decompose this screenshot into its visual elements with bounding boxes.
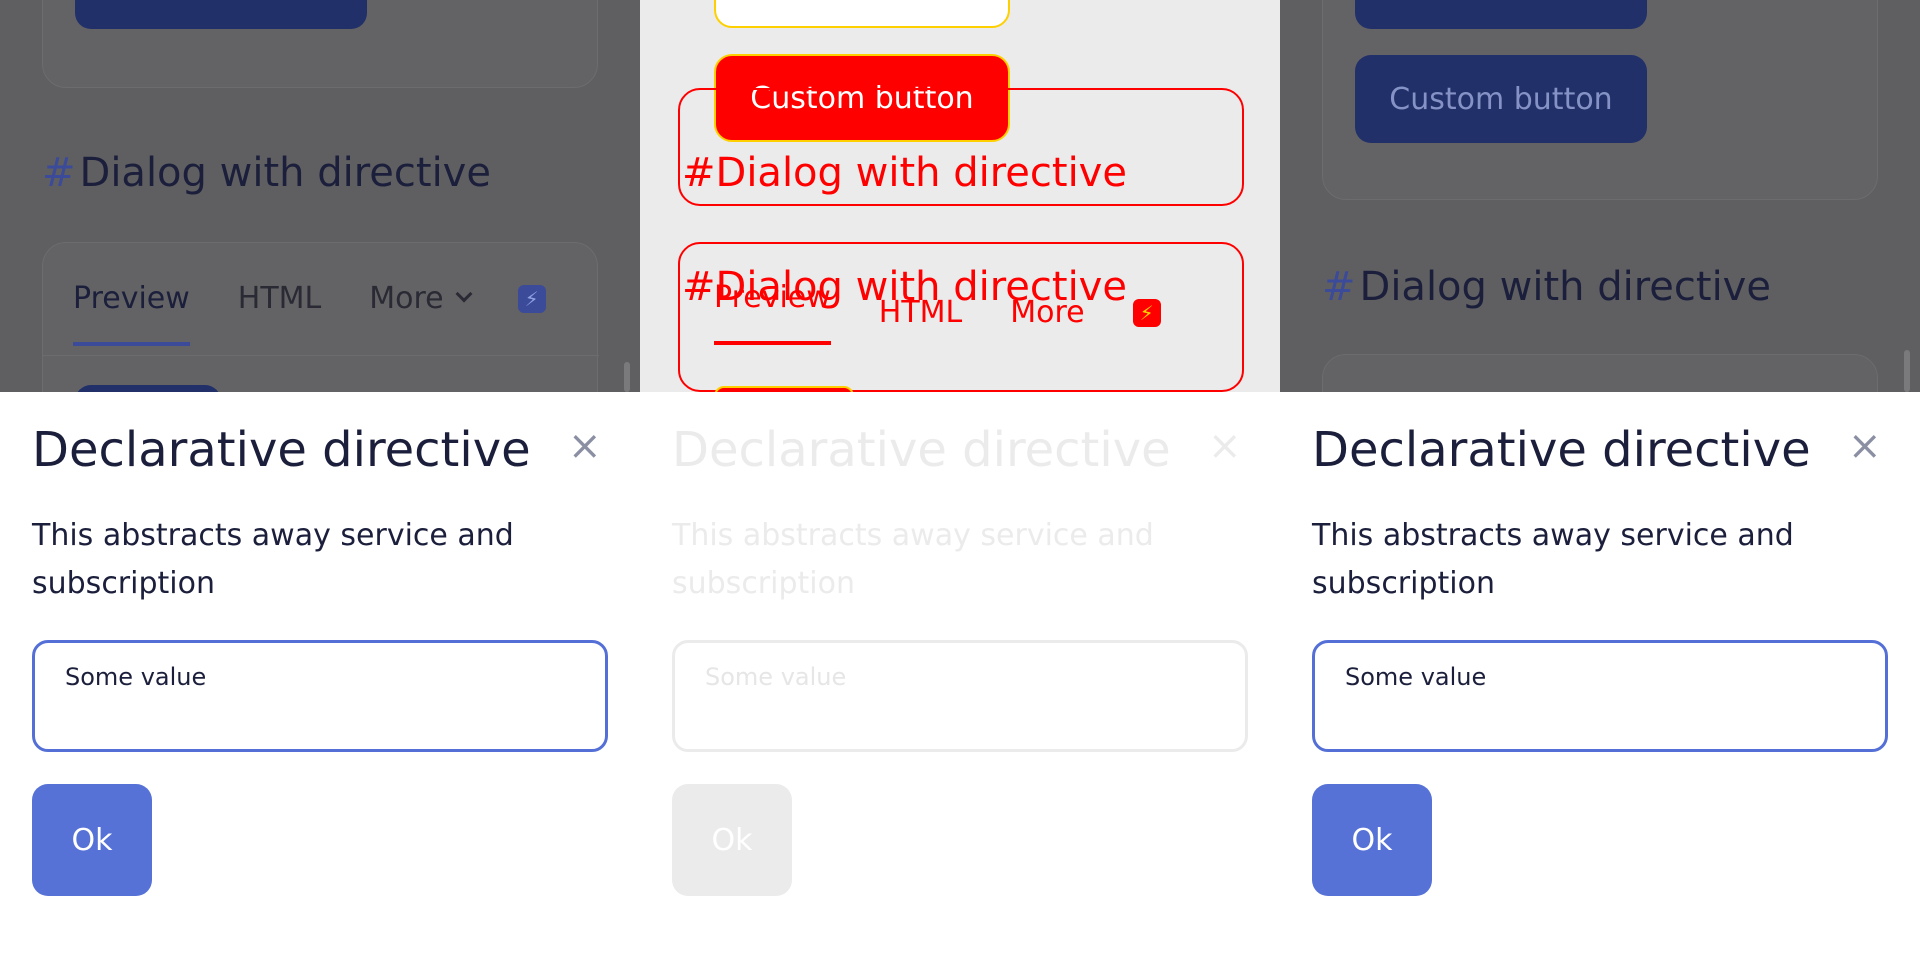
dialog: Declarative directive × This abstracts a…: [0, 392, 640, 960]
value-input[interactable]: Some value: [1312, 640, 1888, 752]
section-heading: # Dialog with directive: [1322, 264, 1771, 310]
tab-more-label: More: [369, 281, 444, 316]
close-icon[interactable]: ×: [568, 426, 602, 466]
dialog: Declarative directive × This abstracts a…: [1280, 392, 1920, 960]
value-input: Some value: [672, 640, 1248, 752]
highlighted-tab-bar: Preview HTML More ⚡: [714, 280, 1161, 345]
tab-preview[interactable]: Preview: [73, 281, 190, 346]
open-dialog-button[interactable]: [75, 385, 221, 392]
value-input[interactable]: Some value: [32, 640, 608, 752]
highlighted-section-heading: #Dialog with directive: [682, 150, 1127, 196]
hash-anchor-icon[interactable]: #: [1322, 264, 1356, 310]
scrollbar-thumb[interactable]: [624, 362, 630, 392]
diff-background: Custom button #Dialog with directive #Di…: [640, 0, 1280, 392]
tab-html: HTML: [878, 295, 963, 330]
custom-button[interactable]: Custom button: [1355, 55, 1647, 143]
tab-more: More: [1010, 295, 1085, 330]
bolt-icon: ⚡: [1132, 298, 1161, 327]
close-icon[interactable]: ×: [1848, 426, 1882, 466]
primary-button[interactable]: [75, 0, 367, 29]
example-card: [1322, 354, 1878, 392]
screenshot-stage: # Dialog with directive Preview HTML More…: [0, 0, 1920, 960]
dialog-title: Declarative directive: [32, 422, 531, 478]
hash-anchor-icon[interactable]: #: [42, 150, 76, 196]
stackblitz-icon[interactable]: ⚡: [517, 284, 546, 313]
close-icon: ×: [1208, 423, 1242, 469]
dialog-text: This abstracts away service and subscrip…: [32, 518, 514, 601]
dimmed-page-background: Custom button # Dialog with directive: [1280, 0, 1920, 392]
primary-button[interactable]: [1355, 0, 1647, 29]
tab-more[interactable]: More: [369, 281, 473, 316]
dialog-title: Declarative directive: [672, 422, 1171, 478]
hash-icon: #: [682, 150, 716, 196]
dimmed-page-background: # Dialog with directive Preview HTML More…: [0, 0, 640, 392]
dialog-text: This abstracts away service and subscrip…: [1312, 518, 1794, 601]
panel-right: Custom button # Dialog with directive Dec…: [1280, 0, 1920, 960]
section-heading-text: Dialog with directive: [1359, 264, 1771, 310]
example-card-top: Custom button: [1322, 0, 1878, 200]
heading-text: Dialog with directive: [715, 150, 1127, 196]
dialog-title: Declarative directive: [1312, 422, 1811, 478]
dialog-text: This abstracts away service and subscrip…: [672, 518, 1154, 601]
chevron-down-icon: [455, 285, 473, 303]
ok-button: Ok: [672, 784, 792, 896]
custom-button-label: Custom button: [1389, 81, 1613, 117]
diff-dialog: Declarative directive × This abstracts a…: [640, 392, 1280, 960]
tab-divider: [43, 355, 599, 356]
ok-button[interactable]: Ok: [32, 784, 152, 896]
example-card: Preview HTML More ⚡: [42, 242, 599, 392]
panel-middle: Custom button #Dialog with directive #Di…: [640, 0, 1280, 960]
ok-button[interactable]: Ok: [1312, 784, 1432, 896]
section-heading-text: Dialog with directive: [79, 150, 491, 196]
tab-html[interactable]: HTML: [238, 281, 321, 316]
highlighted-button-top: [714, 0, 1010, 28]
panel-left: # Dialog with directive Preview HTML More…: [0, 0, 640, 960]
hash-icon: #: [682, 264, 716, 310]
section-heading: # Dialog with directive: [42, 150, 491, 196]
tab-preview: Preview: [714, 280, 831, 345]
example-card-top: [42, 0, 598, 88]
scrollbar-thumb[interactable]: [1904, 350, 1910, 392]
tab-bar: Preview HTML More ⚡: [73, 281, 546, 346]
